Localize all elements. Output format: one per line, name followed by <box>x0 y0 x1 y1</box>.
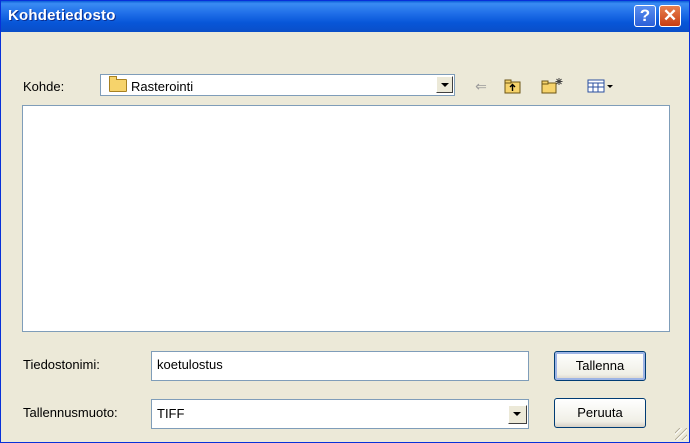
view-menu-icon[interactable] <box>586 77 616 95</box>
file-list[interactable] <box>22 105 670 332</box>
folder-icon <box>109 76 127 92</box>
location-label: Kohde: <box>23 79 65 94</box>
close-icon: ✕ <box>662 6 678 25</box>
up-folder-icon[interactable] <box>503 77 523 95</box>
dropdown-arrow-icon[interactable] <box>508 405 527 424</box>
filename-input[interactable]: koetulostus <box>151 351 529 381</box>
dropdown-arrow-icon[interactable] <box>436 76 453 93</box>
help-button[interactable]: ? <box>634 5 656 27</box>
help-icon: ? <box>639 6 651 25</box>
location-dropdown[interactable]: Rasterointi <box>100 74 455 96</box>
save-dialog: Kohdetiedosto ? ✕ Kohde: Rasterointi ⇐ T… <box>0 0 690 443</box>
dialog-title: Kohdetiedosto <box>8 7 116 24</box>
filetype-label: Tallennusmuoto: <box>23 405 118 420</box>
location-value: Rasterointi <box>131 79 194 94</box>
filetype-value: TIFF <box>157 406 185 421</box>
filename-label: Tiedostonimi: <box>23 357 100 372</box>
new-folder-icon[interactable] <box>541 77 563 95</box>
resize-grip[interactable] <box>675 428 687 440</box>
title-bar[interactable]: Kohdetiedosto ? ✕ <box>1 1 689 32</box>
back-icon[interactable]: ⇐ <box>471 77 491 95</box>
filetype-dropdown[interactable]: TIFF <box>151 399 529 429</box>
close-button[interactable]: ✕ <box>659 5 681 27</box>
save-button[interactable]: Tallenna <box>554 351 646 381</box>
cancel-button[interactable]: Peruuta <box>554 398 646 428</box>
